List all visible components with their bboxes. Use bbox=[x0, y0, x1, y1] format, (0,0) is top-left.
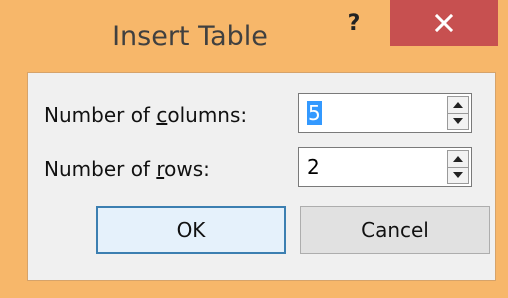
dialog-title: Insert Table bbox=[112, 20, 268, 52]
close-icon bbox=[435, 14, 453, 32]
columns-decrement-button[interactable] bbox=[448, 113, 468, 129]
rows-decrement-button[interactable] bbox=[448, 167, 468, 183]
ok-button[interactable]: OK bbox=[96, 206, 286, 254]
columns-increment-button[interactable] bbox=[448, 97, 468, 114]
rows-label: Number of rows: bbox=[44, 157, 210, 181]
columns-accel-key: c bbox=[156, 103, 168, 127]
dialog-body: Number of columns: 5 Number of rows: 2 O… bbox=[27, 72, 496, 281]
columns-label: Number of columns: bbox=[44, 103, 248, 127]
columns-spin-buttons bbox=[447, 96, 469, 130]
close-button[interactable] bbox=[390, 0, 498, 46]
columns-spinner[interactable]: 5 bbox=[298, 93, 472, 133]
rows-increment-button[interactable] bbox=[448, 151, 468, 168]
columns-input[interactable]: 5 bbox=[307, 101, 322, 125]
arrow-up-icon bbox=[453, 156, 463, 162]
rows-input[interactable]: 2 bbox=[307, 155, 320, 179]
insert-table-dialog: Insert Table ? Number of columns: 5 Numb… bbox=[0, 0, 508, 298]
rows-spin-buttons bbox=[447, 150, 469, 184]
help-button[interactable]: ? bbox=[326, 0, 382, 46]
arrow-down-icon bbox=[453, 118, 463, 124]
rows-accel-key: r bbox=[156, 157, 165, 181]
arrow-down-icon bbox=[453, 172, 463, 178]
rows-spinner[interactable]: 2 bbox=[298, 147, 472, 187]
cancel-button[interactable]: Cancel bbox=[300, 206, 490, 254]
arrow-up-icon bbox=[453, 102, 463, 108]
title-bar[interactable]: Insert Table ? bbox=[0, 0, 508, 72]
